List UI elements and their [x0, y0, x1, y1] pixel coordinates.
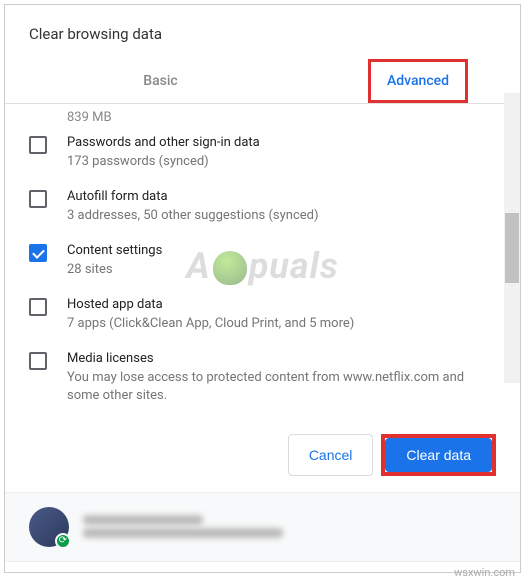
list-item: Passwords and other sign-in data 173 pas…	[29, 135, 496, 171]
account-name-blurred	[83, 515, 203, 525]
clear-browsing-data-dialog: Clear browsing data Basic Advanced 839 M…	[4, 4, 521, 573]
account-email-blurred	[83, 528, 283, 538]
list-item: Content settings 28 sites	[29, 243, 496, 279]
footer-text: To clear browsing data from this device …	[5, 562, 520, 573]
options-list: 839 MB Passwords and other sign-in data …	[5, 104, 520, 406]
sync-badge-icon: ⟳	[55, 533, 71, 549]
checkbox-content-settings[interactable]	[29, 244, 47, 262]
clear-data-button[interactable]: Clear data	[385, 438, 492, 472]
item-sublabel: 173 passwords (synced)	[67, 153, 496, 171]
item-sublabel: 7 apps (Click&Clean App, Cloud Print, an…	[67, 315, 496, 333]
source-mark: wsxwin.com	[454, 566, 515, 579]
cancel-button[interactable]: Cancel	[288, 434, 374, 476]
item-sublabel: 28 sites	[67, 261, 496, 279]
list-item: Autofill form data 3 addresses, 50 other…	[29, 189, 496, 225]
item-sublabel: You may lose access to protected content…	[67, 369, 496, 405]
item-text: Content settings 28 sites	[67, 243, 496, 279]
tab-basic[interactable]: Basic	[5, 59, 316, 103]
item-text: Hosted app data 7 apps (Click&Clean App,…	[67, 297, 496, 333]
item-label: Autofill form data	[67, 189, 496, 206]
dialog-title: Clear browsing data	[29, 25, 496, 43]
account-section: ⟳	[5, 492, 520, 562]
item-text: Autofill form data 3 addresses, 50 other…	[67, 189, 496, 225]
account-info	[83, 512, 496, 541]
dialog-actions: Cancel Clear data	[5, 424, 520, 492]
tabs: Basic Advanced	[5, 59, 520, 104]
clear-data-highlight: Clear data	[381, 434, 496, 476]
list-item: Media licenses You may lose access to pr…	[29, 351, 496, 405]
checkbox-autofill[interactable]	[29, 190, 47, 208]
avatar: ⟳	[29, 507, 69, 547]
dialog-header: Clear browsing data	[5, 5, 520, 51]
list-item: Hosted app data 7 apps (Click&Clean App,…	[29, 297, 496, 333]
item-label: Hosted app data	[67, 297, 496, 314]
item-sublabel: 3 addresses, 50 other suggestions (synce…	[67, 207, 496, 225]
item-label: Passwords and other sign-in data	[67, 135, 496, 152]
item-text: Passwords and other sign-in data 173 pas…	[67, 135, 496, 171]
item-label: Media licenses	[67, 351, 496, 368]
item-label: Content settings	[67, 243, 496, 260]
checkbox-hosted-app-data[interactable]	[29, 298, 47, 316]
checkbox-media-licenses[interactable]	[29, 352, 47, 370]
tab-advanced[interactable]: Advanced	[368, 59, 468, 103]
previous-item-size: 839 MB	[29, 110, 496, 125]
checkbox-passwords[interactable]	[29, 136, 47, 154]
item-text: Media licenses You may lose access to pr…	[67, 351, 496, 405]
